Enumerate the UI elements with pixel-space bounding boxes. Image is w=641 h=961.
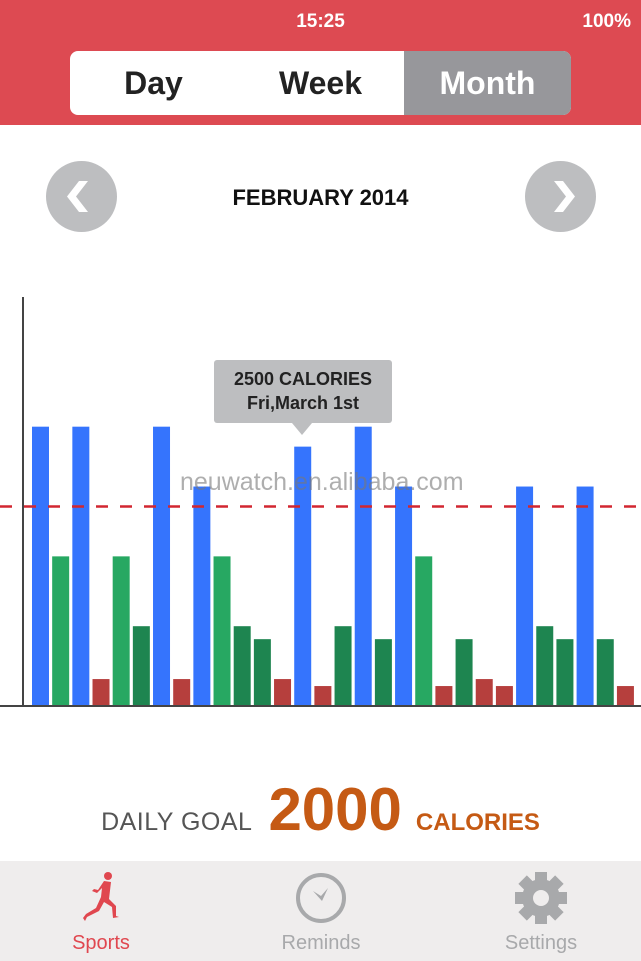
bar[interactable]	[495, 686, 513, 706]
segment-day[interactable]: Day	[70, 51, 237, 115]
bar[interactable]	[112, 556, 130, 706]
bar[interactable]	[153, 426, 171, 706]
runner-icon	[83, 872, 119, 921]
bar[interactable]	[334, 626, 352, 706]
bar[interactable]	[556, 639, 574, 706]
bar[interactable]	[374, 639, 392, 706]
tab-sports-label: Sports	[72, 932, 130, 954]
bar[interactable]	[475, 679, 493, 706]
bar[interactable]	[455, 639, 473, 706]
header-bar: 15:25 100% Day Week Month	[0, 0, 641, 125]
bar[interactable]	[52, 556, 70, 706]
chevron-right-icon	[554, 181, 575, 212]
bar[interactable]	[173, 679, 191, 706]
bar[interactable]	[435, 686, 453, 706]
bar[interactable]	[516, 486, 534, 706]
segment-month[interactable]: Month	[404, 51, 571, 115]
bar[interactable]	[415, 556, 433, 706]
bar[interactable]	[616, 686, 634, 706]
bar[interactable]	[253, 639, 271, 706]
period-segmented-control: Day Week Month	[70, 51, 571, 115]
bar[interactable]	[32, 426, 49, 706]
bar[interactable]	[132, 626, 150, 706]
bar[interactable]	[395, 486, 413, 706]
bar[interactable]	[72, 426, 90, 706]
gear-icon	[515, 872, 567, 924]
bar[interactable]	[314, 686, 332, 706]
daily-goal-value: 2000	[268, 776, 402, 843]
daily-goal: DAILY GOAL 2000 CALORIES	[0, 775, 641, 844]
daily-goal-label: DAILY GOAL	[101, 808, 253, 836]
calories-bar-chart	[0, 297, 641, 707]
tab-settings[interactable]: Settings	[461, 861, 621, 961]
tooltip-calories: 2500 CALORIES	[233, 369, 373, 389]
bar[interactable]	[274, 679, 292, 706]
bar[interactable]	[233, 626, 251, 706]
bar[interactable]	[536, 626, 554, 706]
tooltip-date: Fri,March 1st	[246, 393, 360, 413]
status-time: 15:25	[296, 11, 345, 32]
watermark: neuwatch.en.alibaba.com	[180, 468, 464, 496]
bar[interactable]	[193, 486, 211, 706]
bar-tooltip: 2500 CALORIES Fri,March 1st	[214, 360, 392, 435]
tab-reminds-label: Reminds	[281, 932, 361, 954]
tab-bar: Sports Reminds Settings	[0, 861, 641, 961]
daily-goal-unit: CALORIES	[415, 809, 540, 836]
tab-reminds[interactable]: Reminds	[241, 861, 401, 961]
bar[interactable]	[213, 556, 231, 706]
clock-icon	[296, 873, 346, 923]
bar[interactable]	[596, 639, 614, 706]
bar[interactable]	[576, 486, 594, 706]
tab-sports[interactable]: Sports	[21, 861, 181, 961]
bar[interactable]	[92, 679, 110, 706]
tab-settings-label: Settings	[504, 932, 578, 954]
segment-week[interactable]: Week	[237, 51, 404, 115]
status-battery: 100%	[582, 11, 631, 32]
next-month-button[interactable]	[525, 161, 596, 232]
